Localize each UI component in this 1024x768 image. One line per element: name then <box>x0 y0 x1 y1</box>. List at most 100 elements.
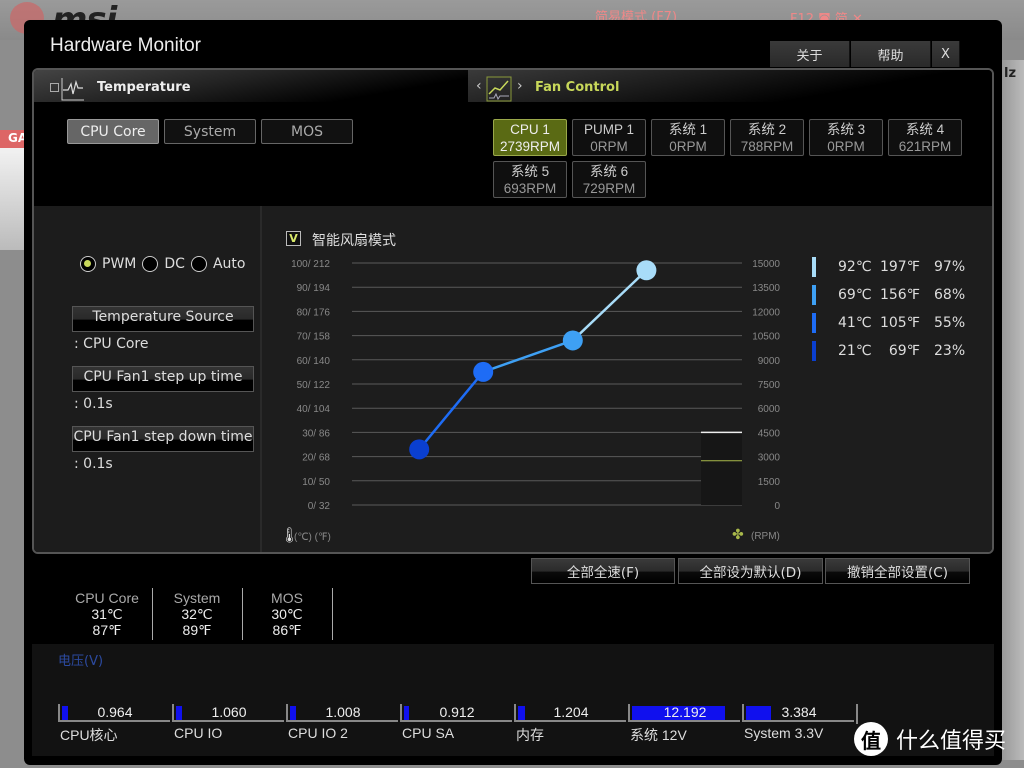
left-tick-label: 40/ 104 <box>297 404 331 415</box>
legend-row: 92℃ 197℉ 97% <box>804 257 966 277</box>
temp-reading-fahrenheit: 86℉ <box>272 622 302 638</box>
curve-point[interactable] <box>562 330 583 351</box>
left-tick-label: 10/ 50 <box>302 477 330 488</box>
voltage-label: System 3.3V <box>744 725 824 741</box>
tab-temperature[interactable]: Temperature <box>34 70 494 102</box>
divider <box>332 588 333 640</box>
temperature-source-button[interactable]: Temperature Source <box>72 306 254 332</box>
voltage-bar: 1.008 CPU IO 2 <box>286 704 398 741</box>
about-button[interactable]: 关于 <box>770 41 850 67</box>
right-tick-label: 0 <box>774 501 780 512</box>
fan-rpm: 729RPM <box>582 181 636 196</box>
fan-name: PUMP 1 <box>583 122 635 137</box>
right-tick-label: 12000 <box>752 307 780 318</box>
temp-reading-fahrenheit: 89℉ <box>182 622 212 638</box>
fan-name: 系统 5 <box>510 164 550 179</box>
legend-row: 69℃ 156℉ 68% <box>804 285 966 305</box>
fan-pump1-button[interactable]: PUMP 1 0RPM <box>572 119 646 156</box>
temp-reading-mos: MOS 30℃ 86℉ <box>241 590 333 638</box>
help-button[interactable]: 帮助 <box>851 41 931 67</box>
auto-label: Auto <box>212 256 246 272</box>
step-up-time-value: : 0.1s <box>74 396 113 412</box>
voltage-label: CPU IO 2 <box>288 725 348 741</box>
fan-curve-chart: V 智能风扇模式 100/ 212 15000 90/ 194 13500 80/ 17… <box>264 206 992 554</box>
step-down-time-button[interactable]: CPU Fan1 step down time <box>72 426 254 452</box>
legend-percent: 68% <box>934 287 966 303</box>
temp-reading-celsius: 32℃ <box>181 606 213 622</box>
curve-segment <box>571 269 648 342</box>
voltage-value: 0.964 <box>97 704 133 720</box>
right-axis-unit-label: (RPM) <box>751 531 780 542</box>
dc-radio[interactable] <box>142 256 159 272</box>
right-edge-label: lz <box>1004 66 1017 81</box>
collapse-icon[interactable] <box>50 83 59 92</box>
bios-side-tab[interactable]: GA <box>0 130 27 250</box>
fan-sys2-button[interactable]: 系统 2 788RPM <box>730 119 804 156</box>
fan-name: 系统 2 <box>747 122 787 137</box>
source-cpu-core-button[interactable]: CPU Core <box>67 119 159 144</box>
fan-cpu1-button[interactable]: CPU 1 2739RPM <box>493 119 567 156</box>
fan-sys1-button[interactable]: 系统 1 0RPM <box>651 119 725 156</box>
fan-name: 系统 6 <box>589 164 629 179</box>
curve-point[interactable] <box>636 260 657 281</box>
voltage-value: 1.060 <box>211 704 247 720</box>
prev-tab-icon[interactable]: ‹ <box>476 78 482 94</box>
source-mos-button[interactable]: MOS <box>261 119 353 144</box>
left-axis-unit-label: (℃) (℉) <box>294 532 331 543</box>
legend-swatch <box>812 313 816 333</box>
temp-reading-fahrenheit: 87℉ <box>92 622 122 638</box>
left-tick-label: 50/ 122 <box>297 380 331 391</box>
tab-fan-control-label: Fan Control <box>535 80 620 95</box>
fan-icon: ✤ <box>732 526 744 542</box>
voltage-value: 1.008 <box>325 704 361 720</box>
fan-rpm: 2739RPM <box>499 139 561 154</box>
fan-sys6-button[interactable]: 系统 6 729RPM <box>572 161 646 198</box>
fan-sys4-button[interactable]: 系统 4 621RPM <box>888 119 962 156</box>
legend-percent: 97% <box>934 259 966 275</box>
temp-reading-name: System <box>173 590 221 606</box>
voltage-bar: 0.964 CPU核心 <box>58 704 170 743</box>
legend-celsius: 92℃ <box>838 259 872 275</box>
temp-reading-celsius: 31℃ <box>91 606 123 622</box>
left-tick-label: 30/ 86 <box>302 428 330 439</box>
fan-rpm: 0RPM <box>827 139 865 154</box>
legend-swatch <box>812 285 816 305</box>
legend-celsius: 21℃ <box>838 343 872 359</box>
cancel-all-settings-button[interactable]: 撤销全部设置(C) <box>825 558 970 584</box>
fan-sys5-button[interactable]: 系统 5 693RPM <box>493 161 567 198</box>
set-all-default-button[interactable]: 全部设为默认(D) <box>678 558 823 584</box>
curve-point[interactable] <box>409 439 430 460</box>
tab-fan-control[interactable]: ‹ › Fan Control <box>468 70 992 102</box>
full-speed-all-button[interactable]: 全部全速(F) <box>531 558 675 584</box>
legend-fahrenheit: 156℉ <box>879 287 920 303</box>
source-system-button[interactable]: System <box>164 119 256 144</box>
voltage-bar-end <box>856 704 858 724</box>
voltage-label: 系统 12V <box>630 727 687 743</box>
fan-graph-icon <box>486 76 512 102</box>
voltage-value: 1.204 <box>553 704 589 720</box>
fan-name: 系统 4 <box>905 122 945 137</box>
legend-celsius: 41℃ <box>838 315 872 331</box>
voltage-label: CPU SA <box>402 725 455 741</box>
voltage-value: 12.192 <box>663 704 707 720</box>
step-down-time-value: : 0.1s <box>74 456 113 472</box>
pwm-radio[interactable] <box>80 256 96 272</box>
voltage-bar: 1.060 CPU IO <box>172 704 284 741</box>
right-tick-label: 1500 <box>758 477 781 488</box>
fan-rpm: 788RPM <box>740 139 794 154</box>
fan-curve-svg[interactable]: 100/ 212 1500090/ 194 1350080/ 176 1200070/… <box>264 206 784 554</box>
watermark-text: 什么值得买 <box>896 729 1007 754</box>
fan-name: CPU 1 <box>510 122 550 137</box>
fan-settings-column: PWM DC Auto Temperature Source : CPU Cor… <box>34 206 262 552</box>
voltage-title: 电压(V) <box>58 654 104 669</box>
close-button[interactable]: X <box>932 41 960 67</box>
next-tab-icon[interactable]: › <box>517 78 523 94</box>
fan-rpm: 0RPM <box>669 139 707 154</box>
step-up-time-button[interactable]: CPU Fan1 step up time <box>72 366 254 392</box>
dc-label: DC <box>164 256 185 272</box>
legend-percent: 23% <box>934 343 966 359</box>
left-tick-label: 0/ 32 <box>308 501 331 512</box>
fan-sys3-button[interactable]: 系统 3 0RPM <box>809 119 883 156</box>
curve-point[interactable] <box>473 361 494 382</box>
auto-radio[interactable] <box>190 256 207 272</box>
